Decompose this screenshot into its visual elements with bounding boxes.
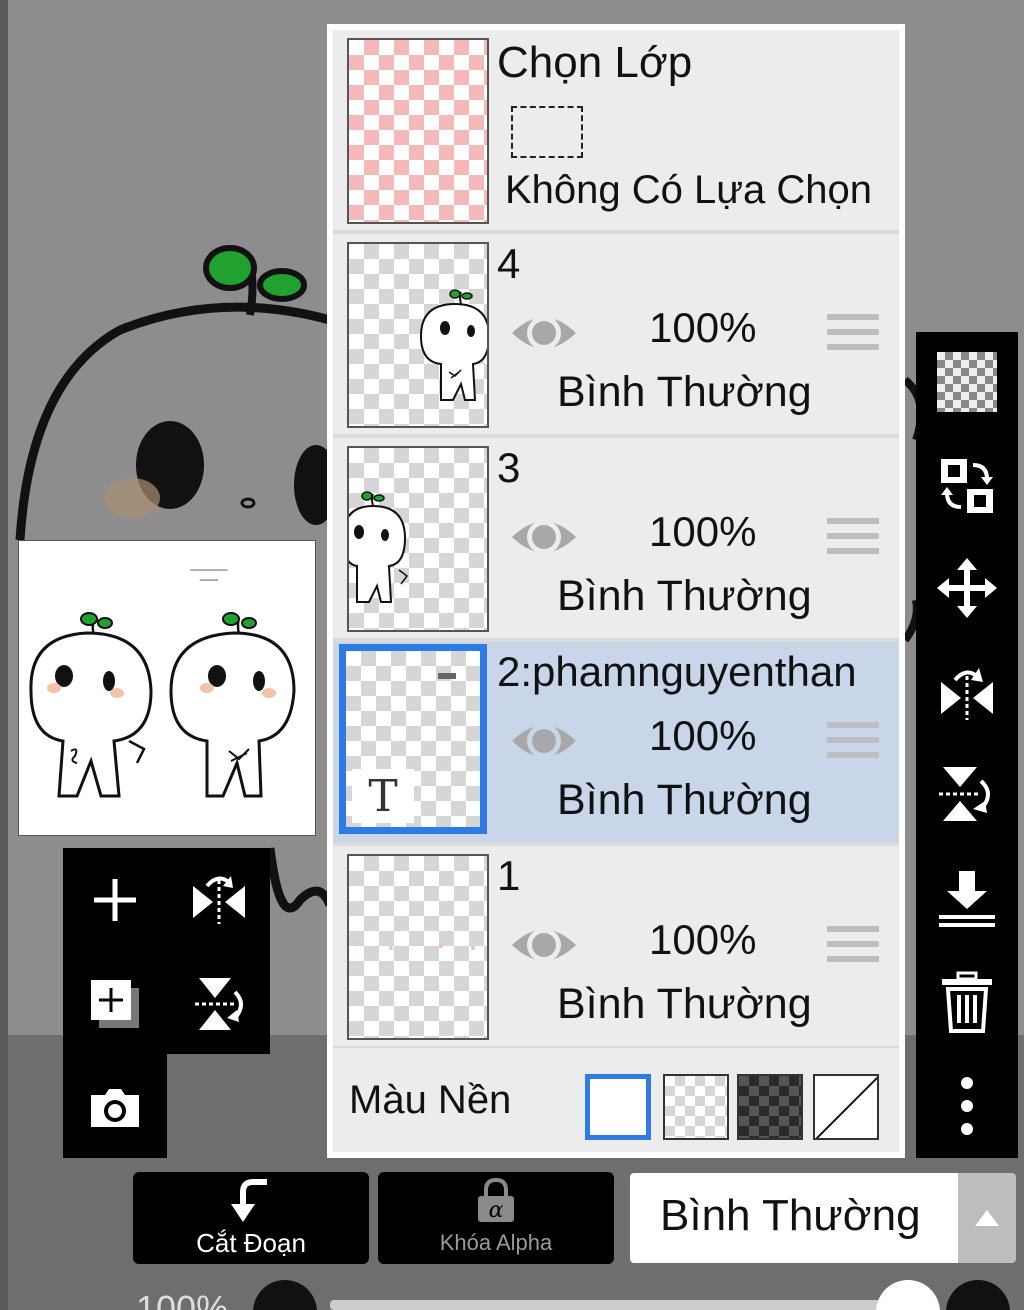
layer-row-selected[interactable]: T 2:phamnguyenthan 100% Bình Thường bbox=[333, 642, 899, 842]
background-color-label: Màu Nền bbox=[349, 1078, 512, 1122]
navigator-thumbnail[interactable]: ▁▁▁▁▁▁▁▁ ▁▁▁▁ bbox=[18, 540, 316, 836]
clipping-label: Cắt Đoạn bbox=[196, 1228, 306, 1258]
layer-opacity[interactable]: 100% bbox=[649, 304, 756, 352]
layer-opacity[interactable]: 100% bbox=[649, 508, 756, 556]
layer-blend-mode: Bình Thường bbox=[557, 368, 812, 416]
layer-row[interactable]: 4 100% Bình Thường bbox=[333, 234, 899, 434]
visibility-eye-icon[interactable] bbox=[509, 918, 579, 972]
layer-opacity[interactable]: 100% bbox=[649, 916, 756, 964]
merge-down-button[interactable] bbox=[916, 848, 1018, 948]
layer-name: 4 bbox=[497, 240, 521, 287]
more-options-button[interactable] bbox=[916, 1056, 1018, 1156]
background-light-checker-swatch[interactable] bbox=[663, 1074, 729, 1140]
clipping-button[interactable]: Cắt Đoạn bbox=[133, 1172, 369, 1264]
move-button[interactable] bbox=[916, 538, 1018, 638]
background-white-swatch[interactable] bbox=[585, 1074, 651, 1140]
alpha-lock-label: Khóa Alpha bbox=[439, 1230, 553, 1255]
merge-down-icon bbox=[939, 871, 995, 927]
transparency-icon bbox=[937, 352, 997, 412]
no-background-icon bbox=[815, 1076, 877, 1138]
drag-handle-icon[interactable] bbox=[827, 926, 879, 970]
opacity-slider-track[interactable] bbox=[330, 1300, 890, 1310]
text-preview-mark bbox=[438, 673, 456, 679]
text-layer-icon: T bbox=[352, 769, 414, 823]
layer-thumbnail bbox=[347, 854, 489, 1040]
move-icon bbox=[937, 558, 997, 618]
blend-mode-select[interactable]: Bình Thường bbox=[630, 1173, 958, 1263]
layer-name: 3 bbox=[497, 444, 521, 491]
add-layer-button[interactable] bbox=[63, 848, 167, 952]
marquee-icon bbox=[511, 106, 583, 158]
zoom-level: 100% bbox=[136, 1288, 229, 1310]
layer-thumbnail-art bbox=[349, 491, 409, 603]
background-none-swatch[interactable] bbox=[813, 1074, 879, 1140]
drag-handle-icon[interactable] bbox=[827, 518, 879, 562]
add-layer-icon bbox=[94, 879, 136, 921]
trash-icon bbox=[942, 971, 992, 1033]
layer-row[interactable]: 1 100% Bình Thường bbox=[333, 846, 899, 1046]
flip-horizontal-icon bbox=[941, 668, 993, 720]
selection-status: Không Có Lựa Chọn bbox=[505, 168, 873, 212]
camera-icon bbox=[91, 1089, 139, 1127]
flip-vertical-icon bbox=[195, 978, 243, 1030]
swap-layers-icon bbox=[941, 459, 993, 513]
svg-text:α: α bbox=[489, 1198, 504, 1223]
layer-blend-mode: Bình Thường bbox=[557, 980, 812, 1028]
layer-thumbnail bbox=[347, 242, 489, 428]
add-copy-layer-button[interactable] bbox=[63, 952, 167, 1056]
selection-layer-row[interactable]: Chọn Lớp Không Có Lựa Chọn bbox=[333, 30, 899, 230]
layer-name: 1 bbox=[497, 852, 521, 899]
layer-thumbnail-art bbox=[353, 942, 475, 950]
layer-blend-mode: Bình Thường bbox=[557, 572, 812, 620]
flip-horizontal-icon bbox=[193, 876, 245, 924]
background-color-row: Màu Nền bbox=[333, 1048, 899, 1152]
flip-vertical-icon bbox=[939, 767, 990, 821]
camera-button[interactable] bbox=[63, 1056, 167, 1160]
flip-horizontal-button[interactable] bbox=[167, 848, 271, 952]
visibility-eye-icon[interactable] bbox=[509, 306, 579, 360]
background-dark-checker-swatch[interactable] bbox=[737, 1074, 803, 1140]
layer-blend-mode: Bình Thường bbox=[557, 776, 812, 824]
selection-layer-thumbnail bbox=[347, 38, 489, 224]
drag-handle-icon[interactable] bbox=[827, 314, 879, 358]
blend-mode-dropdown-button[interactable] bbox=[958, 1173, 1016, 1263]
clipping-arrow-icon bbox=[231, 1179, 267, 1222]
layer-panel: Chọn Lớp Không Có Lựa Chọn 4 100% Bình T… bbox=[327, 24, 905, 1158]
layer-thumbnail-art bbox=[419, 289, 487, 401]
selection-layer-title: Chọn Lớp bbox=[497, 38, 693, 87]
blend-mode-value: Bình Thường bbox=[660, 1191, 921, 1240]
more-icon bbox=[961, 1077, 973, 1135]
swap-layers-button[interactable] bbox=[916, 436, 1018, 536]
flip-vertical-button[interactable] bbox=[167, 952, 271, 1056]
right-toolbar bbox=[916, 332, 1018, 1158]
flip-layer-vertical-button[interactable] bbox=[916, 744, 1018, 844]
transparency-button[interactable] bbox=[916, 332, 1018, 432]
drag-handle-icon[interactable] bbox=[827, 722, 879, 766]
alpha-lock-button[interactable]: α Khóa Alpha bbox=[378, 1172, 614, 1264]
add-copy-icon bbox=[91, 980, 139, 1028]
layer-thumbnail bbox=[347, 446, 489, 632]
layer-opacity[interactable]: 100% bbox=[649, 712, 756, 760]
thumbnail-characters bbox=[29, 612, 296, 798]
layer-name: 2:phamnguyenthan bbox=[497, 648, 857, 695]
layer-thumbnail: T bbox=[339, 644, 487, 834]
lock-icon: α bbox=[478, 1178, 514, 1223]
delete-layer-button[interactable] bbox=[916, 952, 1018, 1052]
flip-layer-horizontal-button[interactable] bbox=[916, 642, 1018, 742]
visibility-eye-icon[interactable] bbox=[509, 714, 579, 768]
chevron-up-icon bbox=[975, 1210, 999, 1226]
layer-row[interactable]: 3 100% Bình Thường bbox=[333, 438, 899, 638]
visibility-eye-icon[interactable] bbox=[509, 510, 579, 564]
